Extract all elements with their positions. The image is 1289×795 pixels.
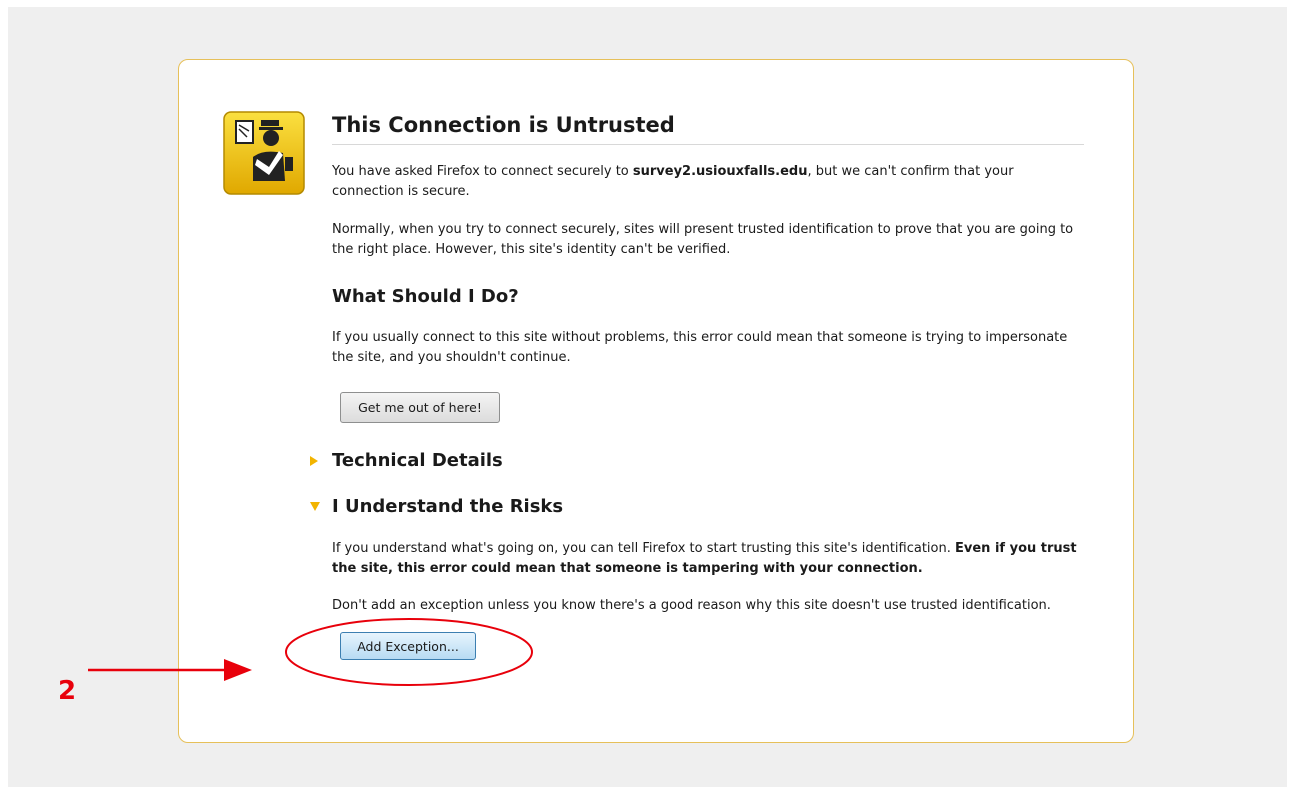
normally-text: Normally, when you try to connect secure… [332, 222, 1074, 257]
highlight-ellipse [285, 618, 533, 686]
triangle-down-icon [310, 501, 320, 511]
understand-risks-toggle[interactable]: I Understand the Risks [308, 496, 563, 517]
red-arrow-icon [88, 659, 252, 681]
understand-risks-label: I Understand the Risks [332, 496, 564, 517]
site-host: survey2.usiouxfalls.edu [632, 164, 808, 179]
identity-officer-icon [223, 111, 305, 195]
what-should-i-do-text: If you usually connect to this site with… [332, 330, 1068, 365]
intro-prefix: You have asked Firefox to connect secure… [332, 164, 633, 179]
dont-add-text: Don't add an exception unless you know t… [332, 598, 1051, 613]
get-me-out-button[interactable]: Get me out of here! [340, 392, 500, 423]
what-should-i-do-heading: What Should I Do? [332, 286, 519, 307]
triangle-right-icon [310, 455, 318, 466]
intro-text: You have asked Firefox to connect secure… [332, 162, 1080, 202]
technical-details-label: Technical Details [332, 450, 503, 471]
technical-details-toggle[interactable]: Technical Details [308, 450, 503, 471]
risks-text: If you understand what's going on, you c… [332, 539, 1080, 579]
step-number-label: 2 [58, 676, 77, 706]
risks-text-plain: If you understand what's going on, you c… [332, 541, 955, 556]
page-title: This Connection is Untrusted [332, 113, 1084, 145]
